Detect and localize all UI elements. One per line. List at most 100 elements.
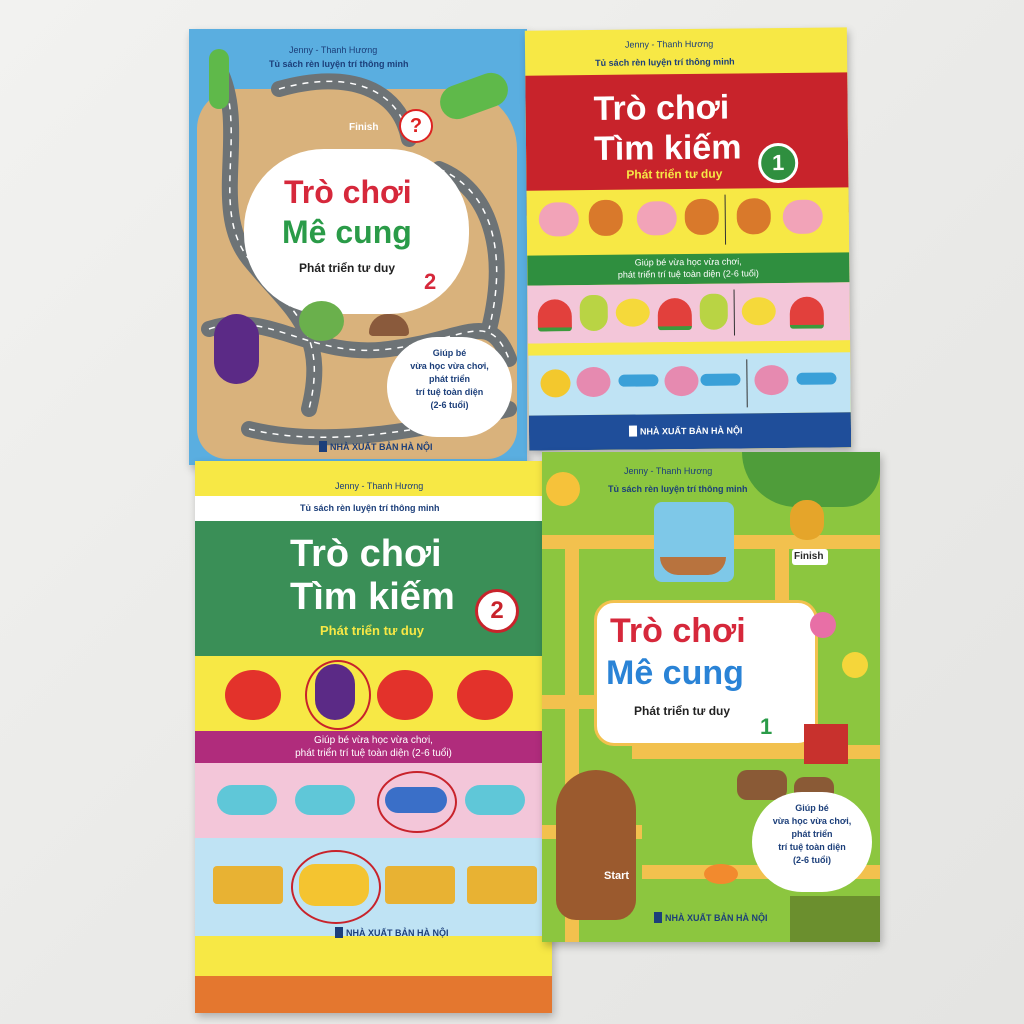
authors: Jenny - Thanh Hương <box>624 38 714 50</box>
selection-circle-icon <box>305 660 371 730</box>
title-line-2: Mê cung <box>606 654 744 692</box>
selection-circle-icon <box>377 771 457 833</box>
tomato-icon <box>377 670 433 720</box>
footer-band <box>195 976 552 1013</box>
bee-icon <box>540 369 571 398</box>
truck-icon <box>213 866 283 904</box>
blurb-line: trí tuệ toàn diện <box>778 842 846 852</box>
aircraft-row <box>195 763 552 838</box>
volume-number: 2 <box>490 597 504 624</box>
blurb-line: (2-6 tuổi) <box>793 855 831 865</box>
bottom-band <box>195 936 552 976</box>
blurb-line: Giúp bé <box>432 348 467 358</box>
dragonfly-icon <box>618 374 659 387</box>
divider <box>724 194 727 245</box>
title-line-1: Trò chơi <box>610 612 746 650</box>
selection-circle-icon <box>291 850 381 924</box>
eggplant-character <box>214 314 259 384</box>
blurb-text: Giúp bé vừa học vừa chơi, phát triển trí… <box>752 802 872 867</box>
blurb-text: Giúp bé vừa học vừa chơi, phát triển trí… <box>387 347 512 412</box>
blurb-line: vừa học vừa chơi, <box>772 816 852 826</box>
subtitle: Phát triển tư duy <box>299 261 396 275</box>
pig-icon <box>538 202 579 237</box>
start-label: Start <box>604 870 630 882</box>
flower-icon <box>810 612 836 638</box>
title-line-2: Tìm kiếm <box>290 576 455 618</box>
blurb-line: phát triển <box>428 374 470 384</box>
vegetable-garden <box>790 896 880 942</box>
lemon-icon <box>741 297 776 326</box>
cow-icon <box>737 770 787 800</box>
blurb-line: phát triển <box>791 829 833 839</box>
title-line-2: Mê cung <box>282 214 412 250</box>
pea-pod-character <box>209 49 229 109</box>
snail-icon <box>664 365 699 397</box>
publisher-name: NHÀ XUẤT BẢN HÀ NỘI <box>346 928 449 938</box>
hen-icon <box>588 199 623 237</box>
subtitle: Phát triển tư duy <box>634 704 731 718</box>
subtitle: Phát triển tư duy <box>320 623 425 638</box>
subtitle: Phát triển tư duy <box>626 166 723 182</box>
tomato-icon <box>225 670 281 720</box>
publisher-logo-icon <box>319 441 327 452</box>
blurb-line: phát triển trí tuệ toàn diện (2-6 tuổi) <box>295 748 452 759</box>
title-line-1: Trò chơi <box>593 88 730 128</box>
series-name: Tủ sách rèn luyện trí thông minh <box>300 503 440 513</box>
publisher: NHÀ XUẤT BẢN HÀ NỘI <box>628 424 743 437</box>
volume-number: 1 <box>771 149 785 176</box>
series-name: Tủ sách rèn luyện trí thông minh <box>608 484 748 494</box>
question-badge: ? <box>399 109 433 143</box>
publisher: NHÀ XUẤT BẢN HÀ NỘI <box>319 441 433 452</box>
pig-icon <box>636 201 677 236</box>
sun-icon <box>546 472 580 506</box>
series-name: Tủ sách rèn luyện trí thông minh <box>269 59 409 69</box>
volume-number: 1 <box>760 714 773 739</box>
blurb-line: trí tuệ toàn diện <box>415 387 484 397</box>
title-line-1: Trò chơi <box>284 174 412 210</box>
publisher-logo-icon <box>628 425 638 437</box>
publisher: NHÀ XUẤT BẢN HÀ NỘI <box>335 927 449 938</box>
flower-icon <box>842 652 868 678</box>
pear-icon <box>699 293 728 330</box>
blurb-text: Giúp bé vừa học vừa chơi, phát triển trí… <box>527 254 849 281</box>
bear-character <box>556 770 636 920</box>
snail-icon <box>576 366 611 398</box>
publisher-logo-icon <box>654 912 662 923</box>
publisher-logo-icon <box>335 927 343 938</box>
divider <box>746 359 748 408</box>
trucks-row <box>195 838 552 936</box>
blurb-line: Giúp bé <box>795 803 829 813</box>
watermelon-icon <box>789 296 824 329</box>
blurb-text: Giúp bé vừa học vừa chơi, phát triển trí… <box>195 734 552 760</box>
blurb-line: Giúp bé vừa học vừa chơi, <box>314 735 433 746</box>
question-mark: ? <box>409 115 423 137</box>
barn-icon <box>804 724 848 764</box>
insects-row <box>528 352 851 416</box>
truck-icon <box>385 866 455 904</box>
snail-icon <box>754 364 789 396</box>
tomato-icon <box>457 670 513 720</box>
dragonfly-icon <box>700 373 741 386</box>
blurb-line: (2-6 tuổi) <box>430 400 469 410</box>
book-search-1: Jenny - Thanh Hương Tủ sách rèn luyện tr… <box>524 27 852 451</box>
volume-badge: 1 <box>758 142 799 184</box>
pig-icon <box>782 199 823 235</box>
title-line-2: Tìm kiếm <box>593 128 742 168</box>
hen-icon <box>684 198 719 236</box>
publisher-name: NHÀ XUẤT BẢN HÀ NỘI <box>330 442 433 452</box>
watermelon-icon <box>537 299 572 332</box>
book-maze-1: Jenny - Thanh Hương Tủ sách rèn luyện tr… <box>542 452 880 942</box>
authors: Jenny - Thanh Hương <box>624 466 713 476</box>
divider <box>733 289 736 336</box>
watermelon-icon <box>657 297 692 331</box>
publisher-name: NHÀ XUẤT BẢN HÀ NỘI <box>639 425 743 437</box>
volume-badge: 2 <box>475 589 519 633</box>
publisher: NHÀ XUẤT BẢN HÀ NỘI <box>654 912 768 923</box>
vegetables-row <box>195 656 552 731</box>
broccoli-character <box>299 301 344 341</box>
blurb-line: vừa học vừa chơi, <box>410 361 489 371</box>
book-search-2: Jenny - Thanh Hương Tủ sách rèn luyện tr… <box>195 461 552 1013</box>
hen-icon <box>736 198 771 235</box>
beehive-icon <box>790 500 824 540</box>
lemon-icon <box>615 298 650 327</box>
